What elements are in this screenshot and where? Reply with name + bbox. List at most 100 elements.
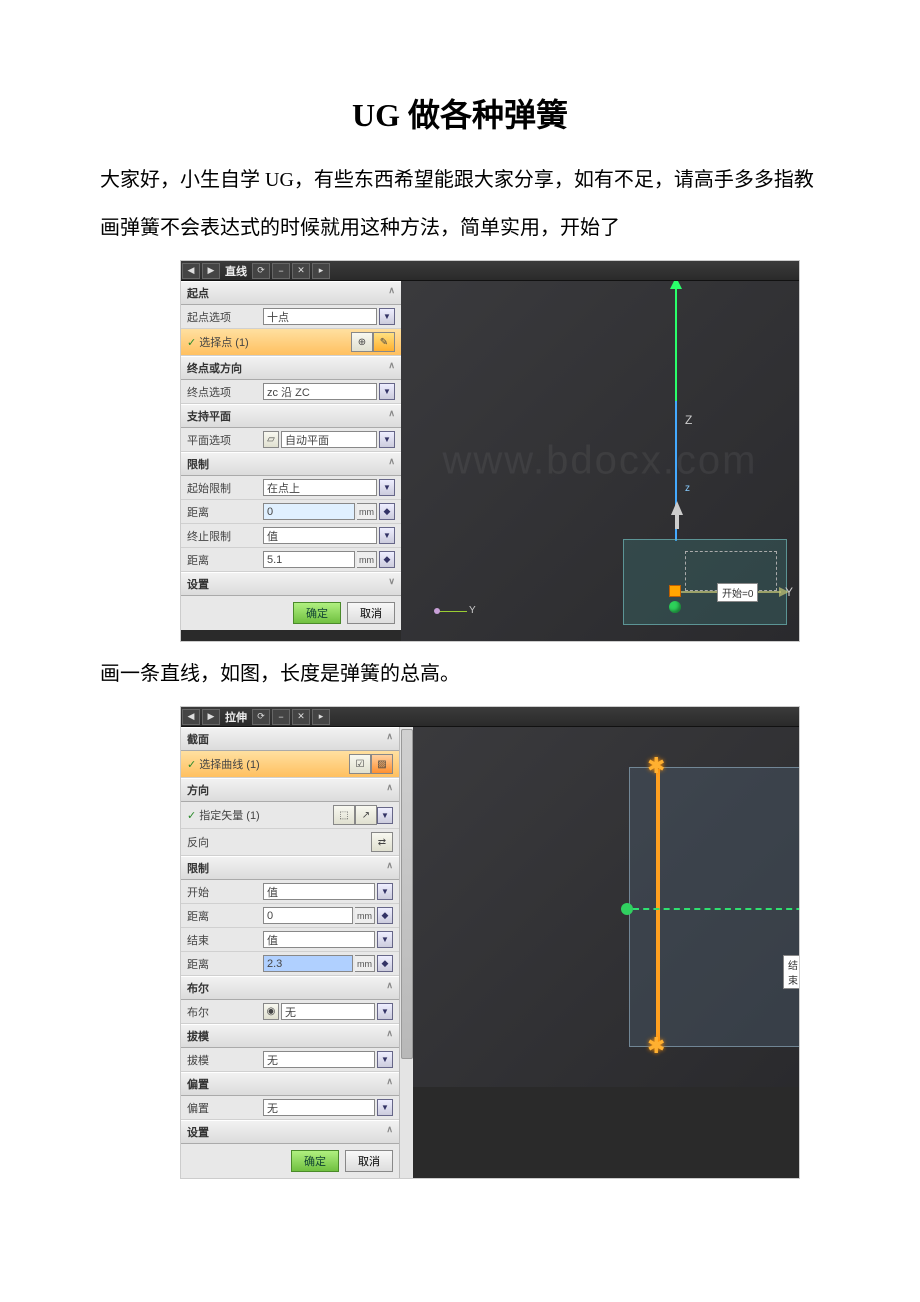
origin-ball[interactable] [669,601,681,613]
vector-tool-icon[interactable]: ↗ [355,805,377,825]
end-limit-combo[interactable]: 值 [263,527,377,544]
end-combo[interactable]: 值 [263,931,375,948]
expression-icon[interactable]: ◆ [379,503,395,520]
start-option-label: 起点选项 [187,309,263,325]
point-picker-icon[interactable]: ⊕ [351,332,373,352]
z-small-label: z [685,483,690,494]
chevron-up-icon: ∧ [386,1076,393,1092]
floating-input-end[interactable]: 结束 2.3 mm [783,955,799,989]
section-end[interactable]: 终点或方向 ∧ [181,356,401,380]
row-select-point[interactable]: ✓ 选择点 (1) ⊕ ✎ [181,329,401,356]
cancel-button[interactable]: 取消 [345,1150,393,1172]
dropdown-icon[interactable]: ▼ [377,1099,393,1116]
dropdown-icon[interactable]: ▼ [377,807,393,824]
close-icon[interactable]: ✕ [292,709,310,725]
distance1-label: 距离 [187,908,263,924]
floating-input-start[interactable]: 开始=0 [717,583,758,602]
offset-label: 偏置 [187,1100,263,1116]
expression-icon[interactable]: ◆ [377,907,393,924]
selected-curve[interactable] [656,769,660,1045]
vector-label: 指定矢量 (1) [199,807,333,823]
offset-combo[interactable]: 无 [263,1099,375,1116]
ok-button[interactable]: 确定 [293,602,341,624]
section-limit[interactable]: 限制 ∧ [181,856,399,880]
dropdown-icon[interactable]: ▼ [379,308,395,325]
dropdown-icon[interactable]: ▼ [377,883,393,900]
mid-handle[interactable] [621,903,633,915]
dropdown-icon[interactable]: ▼ [379,383,395,400]
drag-handle[interactable] [669,585,681,597]
expand-icon[interactable]: ▸ [312,263,330,279]
expression-icon[interactable]: ◆ [377,955,393,972]
row-end: 结束 值 ▼ [181,928,399,952]
refresh-icon[interactable]: ⟳ [252,263,270,279]
section-direction[interactable]: 方向 ∧ [181,778,399,802]
start-combo[interactable]: 值 [263,883,375,900]
distance2-input[interactable]: 2.3 [263,955,353,972]
chevron-up-icon: ∧ [386,1124,393,1140]
ok-button[interactable]: 确定 [291,1150,339,1172]
section-offset[interactable]: 偏置 ∧ [181,1072,399,1096]
section-boolean[interactable]: 布尔 ∧ [181,976,399,1000]
page-title: UG 做各种弹簧 [60,90,860,136]
panel-scrollbar[interactable] [399,727,413,1178]
nav-prev-icon[interactable]: ◀ [182,709,200,725]
vector-picker-icon[interactable]: ⬚ [333,805,355,825]
close-icon[interactable]: ✕ [292,263,310,279]
dropdown-icon[interactable]: ▼ [377,1003,393,1020]
start-option-combo[interactable]: 十点 [263,308,377,325]
distance1-input[interactable]: 0 [263,907,353,924]
section-limit[interactable]: 限制 ∧ [181,452,401,476]
dropdown-icon[interactable]: ▼ [379,479,395,496]
expand-icon[interactable]: ▸ [312,709,330,725]
extrude-preview [629,767,799,1047]
section-section[interactable]: 截面 ∧ [181,727,399,751]
dropdown-icon[interactable]: ▼ [377,1051,393,1068]
section-draft[interactable]: 拔模 ∧ [181,1024,399,1048]
curve-picker-icon[interactable]: ☑ [349,754,371,774]
distance1-input[interactable]: 0 [263,503,355,520]
sketch-icon[interactable]: ▨ [371,754,393,774]
section-settings[interactable]: 设置 ∧ [181,1120,399,1144]
boolean-combo[interactable]: 无 [281,1003,375,1020]
viewport-2[interactable]: ✱ ✱ 结束 2.3 mm [413,727,799,1087]
chevron-up-icon: ∧ [386,731,393,747]
dropdown-icon[interactable]: ▼ [379,431,395,448]
check-icon: ✓ [187,336,196,349]
refresh-icon[interactable]: ⟳ [252,709,270,725]
expression-icon[interactable]: ◆ [379,551,395,568]
star-icon: ✱ [647,1033,665,1059]
chevron-up-icon: ∧ [386,1028,393,1044]
dialog-titlebar: ◀ ▶ 拉伸 ⟳ − ✕ ▸ [181,707,799,727]
viewport-1[interactable]: www.bdocx.com Z z 开始=0 Y Y [401,281,799,641]
section-start[interactable]: 起点 ∧ [181,281,401,305]
plane-option-combo[interactable]: 自动平面 [281,431,377,448]
row-select-curve[interactable]: ✓ 选择曲线 (1) ☑ ▨ [181,751,399,778]
chevron-up-icon: ∧ [388,285,395,301]
reverse-icon[interactable]: ⇄ [371,832,393,852]
distance2-input[interactable]: 5.1 [263,551,355,568]
section-settings-label: 设置 [187,1124,209,1140]
plane-icon[interactable]: ▱ [263,431,279,448]
nav-next-icon[interactable]: ▶ [202,709,220,725]
plane-option-label: 平面选项 [187,432,263,448]
scrollbar-thumb[interactable] [401,729,413,1059]
start-limit-combo[interactable]: 在点上 [263,479,377,496]
minimize-icon[interactable]: − [272,709,290,725]
row-boolean: 布尔 ◉ 无 ▼ [181,1000,399,1024]
boolean-icon[interactable]: ◉ [263,1003,279,1020]
draft-combo[interactable]: 无 [263,1051,375,1068]
end-option-combo[interactable]: zc 沿 ZC [263,383,377,400]
nav-next-icon[interactable]: ▶ [202,263,220,279]
point-tool-icon[interactable]: ✎ [373,332,395,352]
minimize-icon[interactable]: − [272,263,290,279]
section-end-label: 终点或方向 [187,360,242,376]
cancel-button[interactable]: 取消 [347,602,395,624]
dropdown-icon[interactable]: ▼ [377,931,393,948]
chevron-down-icon: ∨ [388,576,395,592]
section-support[interactable]: 支持平面 ∧ [181,404,401,428]
nav-prev-icon[interactable]: ◀ [182,263,200,279]
section-settings[interactable]: 设置 ∨ [181,572,401,596]
dropdown-icon[interactable]: ▼ [379,527,395,544]
row-end-limit: 终止限制 值 ▼ [181,524,401,548]
